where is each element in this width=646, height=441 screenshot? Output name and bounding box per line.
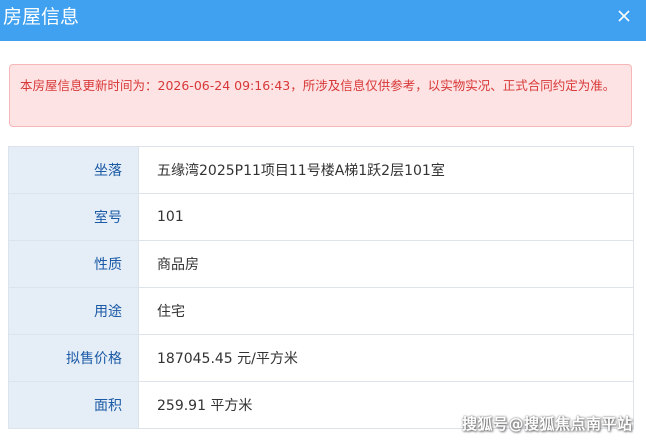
table-row: 用途 住宅 (8, 287, 634, 335)
dialog-header: 房屋信息 (0, 0, 646, 41)
row-value-property-type: 商品房 (138, 240, 634, 288)
row-label-price: 拟售价格 (8, 334, 139, 382)
row-value-room-number: 101 (138, 193, 634, 241)
table-row: 拟售价格 187045.45 元/平方米 (8, 334, 634, 382)
row-label-property-type: 性质 (8, 240, 139, 288)
close-icon[interactable] (614, 6, 634, 26)
dialog-title: 房屋信息 (3, 6, 80, 28)
row-value-usage: 住宅 (138, 287, 634, 335)
table-row: 性质 商品房 (8, 240, 634, 288)
house-info-table: 坐落 五缘湾2025P11项目11号楼A梯1跃2层101室 室号 101 性质 … (8, 146, 634, 429)
update-notice: 本房屋信息更新时间为：2026-06-24 09:16:43，所涉及信息仅供参考… (9, 64, 632, 127)
row-label-area: 面积 (8, 381, 139, 429)
table-row: 室号 101 (8, 193, 634, 241)
update-notice-text: 本房屋信息更新时间为：2026-06-24 09:16:43，所涉及信息仅供参考… (20, 78, 616, 93)
watermark: 搜狐号@搜狐焦点南平站 (462, 415, 633, 433)
row-value-price: 187045.45 元/平方米 (138, 334, 634, 382)
row-label-usage: 用途 (8, 287, 139, 335)
row-label-room-number: 室号 (8, 193, 139, 241)
row-value-location: 五缘湾2025P11项目11号楼A梯1跃2层101室 (138, 146, 634, 194)
table-row: 坐落 五缘湾2025P11项目11号楼A梯1跃2层101室 (8, 146, 634, 194)
row-label-location: 坐落 (8, 146, 139, 194)
